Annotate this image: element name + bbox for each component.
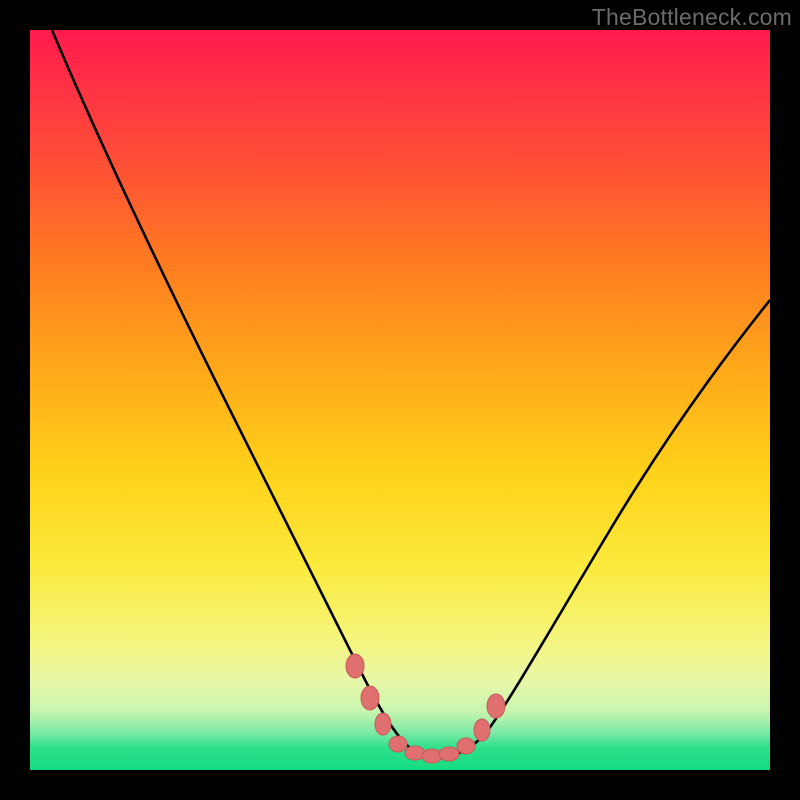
marker-right-upper (487, 694, 505, 718)
marker-right-low (474, 719, 490, 741)
marker-left-upper (346, 654, 364, 678)
bottleneck-curve-svg (30, 30, 770, 770)
marker-bottom-5 (457, 738, 475, 754)
marker-left-low (375, 713, 391, 735)
marker-bottom-4 (439, 747, 459, 761)
chart-frame: TheBottleneck.com (0, 0, 800, 800)
plot-area (30, 30, 770, 770)
bottleneck-curve (52, 30, 770, 757)
marker-bottom-1 (389, 736, 407, 752)
markers-group (346, 654, 505, 763)
watermark-text: TheBottleneck.com (592, 4, 792, 31)
marker-left-mid (361, 686, 379, 710)
